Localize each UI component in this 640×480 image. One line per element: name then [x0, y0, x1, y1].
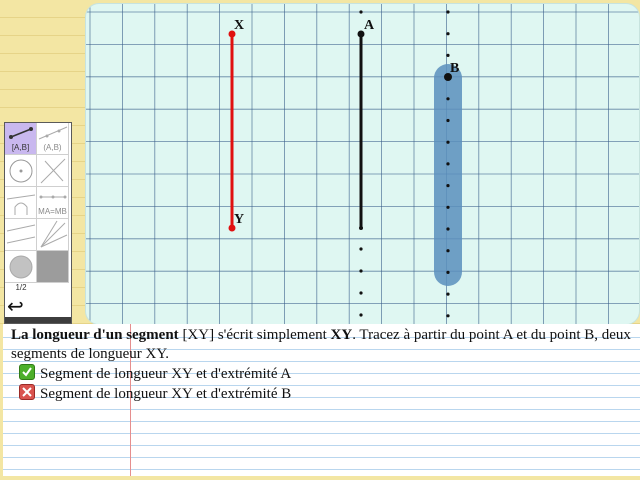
guide-dot [446, 97, 450, 101]
instructions-text: La longueur d'un segment [XY] s'écrit si… [11, 326, 639, 404]
task-b-label: Segment de longueur XY et d'extrémité B [40, 386, 292, 402]
guide-dot [359, 247, 363, 251]
tool-palette: [A,B] (A,B) MA=MB 1/2 ↩ [4, 122, 72, 324]
check-icon [19, 364, 35, 380]
guide-dot [446, 292, 450, 296]
drawing-canvas[interactable]: X Y A B [85, 3, 640, 325]
angle-icon [40, 220, 68, 248]
palette-footer [5, 317, 71, 323]
guide-dot [446, 249, 450, 253]
instructions-text-1: [XY] s'écrit simplement [178, 327, 331, 343]
guide-dots-b [446, 10, 450, 318]
tool-parallel[interactable] [5, 219, 37, 251]
tool-midpoint[interactable]: MA=MB [37, 187, 69, 219]
guide-dot [446, 162, 450, 166]
label-a: A [364, 18, 375, 33]
instructions-bold-xy: XY [330, 327, 353, 343]
tool-perpendicular[interactable] [37, 155, 69, 187]
guide-dot [446, 270, 450, 274]
guide-dot [446, 140, 450, 144]
guide-dot [446, 118, 450, 123]
tool-intersection[interactable] [5, 187, 37, 219]
guide-dot [359, 291, 363, 295]
grid-svg[interactable]: X Y A B [86, 4, 639, 324]
guide-dot [446, 32, 450, 36]
segment-icon [9, 127, 33, 139]
guide-dot [446, 314, 450, 318]
tool-angle[interactable] [37, 219, 69, 251]
line-icon [38, 126, 68, 140]
circle-icon [9, 159, 33, 183]
undo-icon[interactable]: ↩ [7, 295, 35, 317]
segment-a-end [359, 226, 363, 230]
intersection-icon [6, 194, 36, 215]
tool-compass[interactable] [37, 251, 69, 283]
tool-line-label: (A,B) [43, 143, 62, 152]
instructions-panel: La longueur d'un segment [XY] s'écrit si… [3, 324, 640, 476]
guide-dot [359, 10, 363, 14]
guide-dot [446, 184, 450, 188]
midpoint-icon [39, 195, 67, 199]
label-x: X [234, 18, 244, 33]
instructions-bold-term: La longueur d'un segment [11, 327, 179, 343]
label-b: B [450, 61, 459, 76]
perpendicular-icon [40, 158, 66, 184]
tool-segment[interactable]: [A,B] [5, 123, 37, 155]
task-item-a: Segment de longueur XY et d'extrémité A [19, 364, 639, 384]
task-item-b: Segment de longueur XY et d'extrémité B [19, 384, 639, 404]
tool-midpoint-label: MA=MB [38, 207, 67, 216]
label-y: Y [234, 212, 244, 227]
cross-icon [19, 384, 35, 400]
guide-dot [359, 269, 363, 273]
task-a-label: Segment de longueur XY et d'extrémité A [40, 366, 292, 382]
tool-fill[interactable] [5, 251, 37, 283]
tool-line[interactable]: (A,B) [37, 123, 69, 155]
tool-segment-label: [A,B] [11, 143, 30, 152]
guide-dot [446, 53, 450, 58]
parallel-icon [6, 224, 36, 244]
tool-circle[interactable] [5, 155, 37, 187]
guide-dot [446, 227, 450, 231]
guide-dot [446, 205, 450, 209]
fill-icon [9, 255, 33, 279]
guide-dot [359, 313, 363, 317]
guide-dot [446, 10, 450, 14]
